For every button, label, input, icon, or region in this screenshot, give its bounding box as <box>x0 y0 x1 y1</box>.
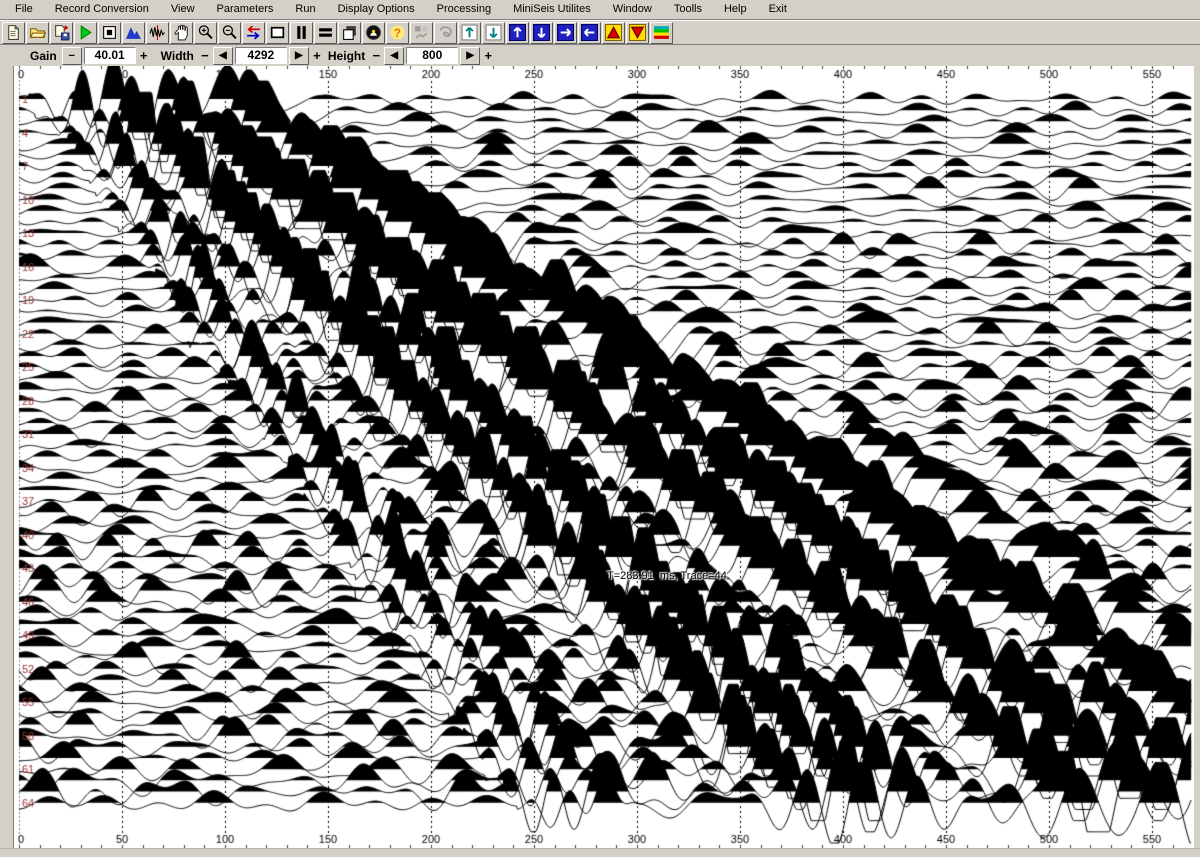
left-blue-icon <box>581 24 598 41</box>
move-down-button[interactable] <box>530 22 553 44</box>
help-icon: ? <box>389 24 406 41</box>
right-blue-icon <box>557 24 574 41</box>
cascade-icon <box>341 24 358 41</box>
scroll-down-teal-button[interactable] <box>482 22 505 44</box>
height-decrease-button[interactable]: − <box>370 47 382 65</box>
pause-button[interactable] <box>290 22 313 44</box>
save-convert-button[interactable] <box>50 22 73 44</box>
colorbar-icon <box>653 24 670 41</box>
wiggle-display-button[interactable] <box>146 22 169 44</box>
up-teal-icon <box>461 24 478 41</box>
save-convert-icon <box>53 24 70 41</box>
horizontal-bars-button[interactable] <box>314 22 337 44</box>
height-value[interactable]: 800 <box>406 47 458 64</box>
menu-view[interactable]: View <box>160 1 206 18</box>
menu-display-options[interactable]: Display Options <box>327 1 426 18</box>
control-bar: Gain − 40.01 + Width − ◀ 4292 ▶ + Height… <box>0 45 1200 66</box>
rect-icon <box>269 24 286 41</box>
width-decrease-button[interactable]: − <box>199 47 211 65</box>
down-teal-icon <box>485 24 502 41</box>
swap-direction-button[interactable] <box>242 22 265 44</box>
menu-record-conversion[interactable]: Record Conversion <box>44 1 160 18</box>
status-strip <box>0 848 1200 857</box>
stop-icon <box>101 24 118 41</box>
width-label: Width <box>157 49 198 63</box>
doc-new-icon <box>5 24 22 41</box>
menu-toolls[interactable]: Toolls <box>663 1 713 18</box>
pause-icon <box>293 24 310 41</box>
zoom-out-icon <box>221 24 238 41</box>
move-up-button[interactable] <box>506 22 529 44</box>
scroll-up-teal-button[interactable] <box>458 22 481 44</box>
width-value[interactable]: 4292 <box>235 47 287 64</box>
width-step-forward-button[interactable]: ▶ <box>289 47 309 65</box>
height-increase-button[interactable]: + <box>482 47 494 65</box>
area-display-button[interactable] <box>122 22 145 44</box>
run-button[interactable] <box>74 22 97 44</box>
zoom-out-button[interactable] <box>218 22 241 44</box>
move-left-button[interactable] <box>578 22 601 44</box>
width-step-back-button[interactable]: ◀ <box>213 47 233 65</box>
tri-up-icon <box>605 24 622 41</box>
print-disabled-button[interactable] <box>434 22 457 44</box>
open-record-button[interactable] <box>26 22 49 44</box>
height-step-back-button[interactable]: ◀ <box>384 47 404 65</box>
menu-exit[interactable]: Exit <box>758 1 798 18</box>
stop-button[interactable] <box>98 22 121 44</box>
gain-decrease-button[interactable]: − <box>62 47 82 65</box>
wiggle-icon <box>149 24 166 41</box>
color-scale-button[interactable] <box>650 22 673 44</box>
hist-icon <box>125 24 142 41</box>
gain-increase-button[interactable]: + <box>138 47 150 65</box>
menu-file[interactable]: File <box>4 1 44 18</box>
amplitude-down-button[interactable] <box>626 22 649 44</box>
amplitude-up-button[interactable] <box>602 22 625 44</box>
height-step-forward-button[interactable]: ▶ <box>460 47 480 65</box>
rectangle-select-button[interactable] <box>266 22 289 44</box>
zoom-in-icon <box>197 24 214 41</box>
media-icon <box>365 24 382 41</box>
seismic-plot-area: T=283.91 ms, Trace=44 <box>13 66 1193 848</box>
menu-miniseis-utilites[interactable]: MiniSeis Utilites <box>502 1 602 18</box>
swap-icon <box>245 24 262 41</box>
cascade-windows-button[interactable] <box>338 22 361 44</box>
seismic-canvas[interactable] <box>14 66 1194 848</box>
down-blue-icon <box>533 24 550 41</box>
print-dis-icon <box>437 24 454 41</box>
hbars-icon <box>317 24 334 41</box>
height-label: Height <box>324 49 369 63</box>
application-window: FileRecord ConversionViewParametersRunDi… <box>0 0 1200 857</box>
media-button[interactable] <box>362 22 385 44</box>
menu-run[interactable]: Run <box>284 1 326 18</box>
hand-icon <box>173 24 190 41</box>
svg-text:?: ? <box>394 27 401 40</box>
toolbar: ? <box>0 20 1200 45</box>
menu-processing[interactable]: Processing <box>426 1 502 18</box>
menu-window[interactable]: Window <box>602 1 663 18</box>
folder-open-icon <box>29 24 46 41</box>
gain-value[interactable]: 40.01 <box>84 47 136 64</box>
gain-label: Gain <box>26 49 61 63</box>
up-blue-icon <box>509 24 526 41</box>
zoom-in-button[interactable] <box>194 22 217 44</box>
menu-parameters[interactable]: Parameters <box>206 1 285 18</box>
move-right-button[interactable] <box>554 22 577 44</box>
proc-dis-icon <box>413 24 430 41</box>
tri-down-icon <box>629 24 646 41</box>
help-button[interactable]: ? <box>386 22 409 44</box>
run-icon <box>77 24 94 41</box>
cursor-readout: T=283.91 ms, Trace=44 <box>607 570 727 582</box>
width-increase-button[interactable]: + <box>311 47 323 65</box>
pan-hand-button[interactable] <box>170 22 193 44</box>
process-disabled-button[interactable] <box>410 22 433 44</box>
new-record-button[interactable] <box>2 22 25 44</box>
menu-bar: FileRecord ConversionViewParametersRunDi… <box>0 0 1200 20</box>
menu-help[interactable]: Help <box>713 1 758 18</box>
